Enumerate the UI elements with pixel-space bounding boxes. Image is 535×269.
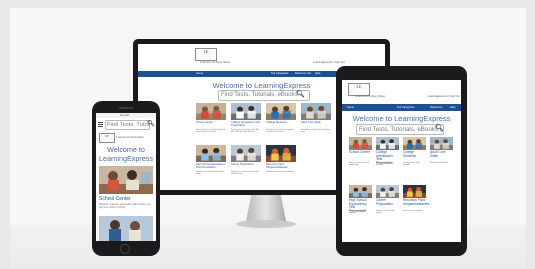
desktop-card-desc: Practice, lessons, and study help to hel… xyxy=(196,129,226,133)
desktop-nav-help[interactable]: Help xyxy=(315,72,320,75)
desktop-card-desc: Practice tests and tutorials to help you… xyxy=(266,129,294,133)
phone-search-input[interactable]: Find Tests, Tutorials, eB... xyxy=(105,120,150,130)
tablet-card-title[interactable]: School Center xyxy=(349,150,372,155)
tablet-card-desc: Study help for HSE exams. xyxy=(349,210,367,215)
tablet-card[interactable]: High School Equivalency Test Preparation… xyxy=(349,185,372,229)
tablet-header: LE A Service of Library Name LearningExp… xyxy=(342,80,461,105)
desktop-card-desc: Recursos en espanol para estudiantes. xyxy=(266,171,295,173)
desktop-card-title[interactable]: College Students xyxy=(266,121,296,124)
tablet-card[interactable]: School Center Practice, lessons, and stud… xyxy=(349,137,372,181)
desktop-logo[interactable]: LE xyxy=(195,48,217,61)
desktop-nav-home[interactable]: Home xyxy=(196,72,203,75)
desktop-card[interactable]: Adult Core Skills Build skills in reading… xyxy=(301,103,331,141)
tablet-card-desc: Practice, lessons, and study help. xyxy=(349,162,369,167)
desktop-nav-resource-list[interactable]: Resource List xyxy=(295,72,311,75)
tablet-nav-home[interactable]: Home xyxy=(347,106,354,109)
tablet-nav: Home Top Categories Resources Help xyxy=(342,104,461,111)
phone-card-desc: Practice, lessons, and study help to hel… xyxy=(99,203,151,209)
tablet-card-desc: Build essential skills. xyxy=(430,162,449,164)
phone-menu-icon[interactable] xyxy=(98,122,103,127)
tablet-search-input[interactable]: Find Tests, Tutorials, eBooks... xyxy=(356,124,444,135)
tablet-nav-resources[interactable]: Resources xyxy=(430,106,442,109)
tablet-login[interactable]: LearningExpress | Sign Out xyxy=(428,95,460,98)
desktop-card[interactable]: College Admissions Test Preparation Pract… xyxy=(231,103,261,141)
phone-welcome-line1: Welcome to xyxy=(107,145,145,154)
phone-card2-image[interactable] xyxy=(99,216,153,241)
desktop-card-desc: Prepare for occupation licensing and ent… xyxy=(231,171,258,175)
desktop-card-desc: Practice tests and tutorials for the ACT… xyxy=(231,129,260,133)
phone-screen: 9:41 AM Find Tests, Tutorials, eB... 🔍︎ … xyxy=(96,113,156,241)
phone-status-time: 9:41 AM xyxy=(120,114,129,117)
tablet-welcome: Welcome to LearningExpress xyxy=(352,114,451,123)
desktop-card-title[interactable]: Adult Core Skills xyxy=(301,121,331,124)
desktop-card-title[interactable]: College Admissions Test Preparation xyxy=(231,121,261,127)
phone-speaker xyxy=(119,107,133,109)
tablet-card[interactable]: College Students Practice tests and tutor… xyxy=(403,137,426,181)
tablet-nav-top-categories[interactable]: Top Categories xyxy=(397,106,414,109)
tablet-device: LE A Service of Library Name LearningExp… xyxy=(336,66,467,256)
desktop-card-desc: Practice tests and study help for HSE ex… xyxy=(196,171,224,175)
phone-status-bar: 9:41 AM xyxy=(96,113,156,118)
desktop-header-text: A Service of Library Name xyxy=(200,61,231,64)
desktop-card[interactable]: Recursos Para Hispanohablantes Recursos e… xyxy=(266,145,296,183)
desktop-login[interactable]: LearningExpress | Sign Out xyxy=(313,61,345,64)
desktop-card[interactable]: Career Preparation Prepare for occupation… xyxy=(231,145,261,183)
tablet-card-desc: Recursos en espanol. xyxy=(403,210,423,212)
tablet-card-desc: Prepare for licensing exams. xyxy=(376,210,395,215)
tablet-nav-help[interactable]: Help xyxy=(450,106,455,109)
tablet-card-title[interactable]: Adult Core Skills xyxy=(430,150,453,158)
monitor-stand xyxy=(230,191,302,229)
desktop-search-icon[interactable]: 🔍︎ xyxy=(296,90,305,98)
phone-search-icon[interactable]: 🔍︎ xyxy=(147,120,155,127)
desktop-card[interactable]: School Center Practice, lessons, and stud… xyxy=(196,103,226,141)
phone-welcome-line2: LearningExpress xyxy=(99,154,153,163)
desktop-nav-top-categories[interactable]: Top Categories xyxy=(271,72,288,75)
tablet-header-text: A Service of Library Name xyxy=(355,95,386,98)
desktop-card-title[interactable]: High School Equivalency Test Preparation xyxy=(196,163,226,169)
phone-home-button[interactable] xyxy=(120,244,130,254)
tablet-card-desc: Practice tests and tutorials. xyxy=(376,162,393,167)
tablet-screen: LE A Service of Library Name LearningExp… xyxy=(342,80,461,242)
tablet-card[interactable]: Career Preparation Prepare for licensing … xyxy=(376,185,399,229)
tablet-card-title[interactable]: Recursos Para Hispanohablantes xyxy=(403,198,429,206)
phone-header-text: A Service of Library Name xyxy=(116,136,144,139)
tablet-card-title[interactable]: Career Preparation xyxy=(376,198,399,206)
tablet-search-icon[interactable]: 🔍︎ xyxy=(435,124,444,132)
tablet-card-desc: Practice tests and tutorials. xyxy=(403,162,420,167)
tablet-card[interactable]: Adult Core Skills Build essential skills. xyxy=(430,137,453,181)
phone-device: 9:41 AM Find Tests, Tutorials, eB... 🔍︎ … xyxy=(92,101,160,256)
desktop-card[interactable]: High School Equivalency Test Preparation… xyxy=(196,145,226,183)
phone-card-title[interactable]: School Center xyxy=(99,196,131,202)
desktop-card-title[interactable]: Recursos Para Hispanohablantes xyxy=(266,163,296,169)
desktop-card-desc: Build skills in reading, math, writing a… xyxy=(301,129,330,133)
tablet-card-title[interactable]: College Students xyxy=(403,150,426,158)
tablet-card[interactable]: Recursos Para Hispanohablantes Recursos e… xyxy=(403,185,429,229)
desktop-card-title[interactable]: Career Preparation xyxy=(231,163,261,166)
desktop-card[interactable]: College Students Practice tests and tutor… xyxy=(266,103,296,141)
phone-card-image[interactable] xyxy=(99,166,153,194)
desktop-card-title[interactable]: School Center xyxy=(196,121,226,124)
tablet-card[interactable]: College Admissions Test Preparation Pract… xyxy=(376,137,399,181)
phone-logo[interactable]: LE xyxy=(99,133,115,143)
